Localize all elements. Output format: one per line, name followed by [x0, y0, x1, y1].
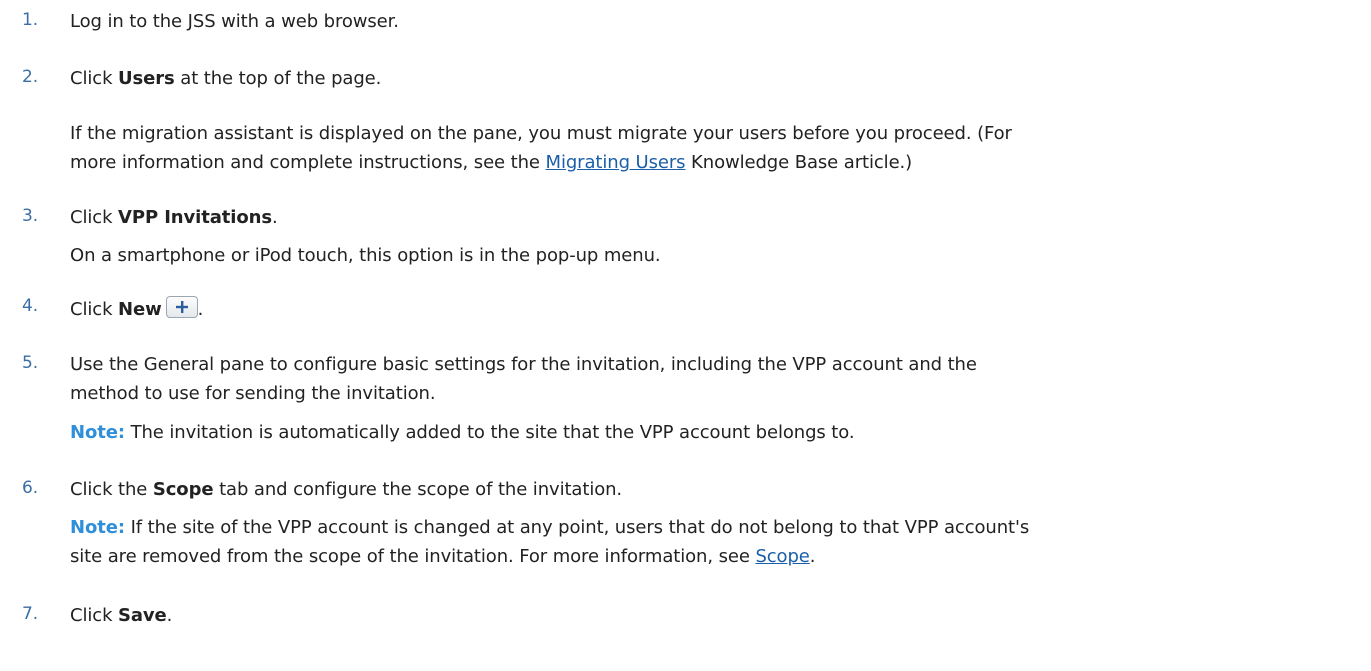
scope-label: Scope	[152, 479, 214, 500]
save-label: Save	[118, 605, 167, 626]
new-button[interactable]	[165, 296, 198, 318]
plus-icon	[175, 301, 188, 313]
step-detail: On a smartphone or iPod touch, this opti…	[70, 245, 661, 266]
step-text: Click New.	[70, 296, 203, 322]
note-label: Note:	[70, 422, 125, 443]
step-text: Click the Scope tab and configure the sc…	[70, 479, 623, 500]
step-text: Click Users at the top of the page.	[70, 68, 382, 89]
step-number: 4.	[22, 296, 39, 316]
step-text: Click Save.	[70, 605, 173, 626]
vpp-invitations-label: VPP Invitations	[118, 207, 272, 228]
note: Note: If the site of the VPP account is …	[70, 517, 1030, 538]
note-label: Note:	[70, 517, 125, 538]
new-label: New	[118, 299, 162, 320]
step-number: 2.	[22, 67, 39, 87]
step-number: 6.	[22, 478, 39, 498]
step-text: Log in to the JSS with a web browser.	[70, 11, 399, 32]
note: site are removed from the scope of the i…	[70, 546, 816, 567]
step-number: 5.	[22, 353, 39, 373]
migrating-users-link[interactable]: Migrating Users	[546, 152, 686, 173]
step-text: Use the General pane to configure basic …	[70, 354, 977, 375]
step-number: 7.	[22, 604, 39, 624]
step-text: method to use for sending the invitation…	[70, 383, 436, 404]
step-number: 3.	[22, 206, 39, 226]
step-detail: If the migration assistant is displayed …	[70, 123, 1012, 144]
step-number: 1.	[22, 10, 39, 30]
step-text: Click VPP Invitations.	[70, 207, 278, 228]
step-detail: more information and complete instructio…	[70, 152, 913, 173]
users-label: Users	[118, 68, 175, 89]
note: Note: The invitation is automatically ad…	[70, 422, 855, 443]
scope-link[interactable]: Scope	[755, 546, 809, 567]
